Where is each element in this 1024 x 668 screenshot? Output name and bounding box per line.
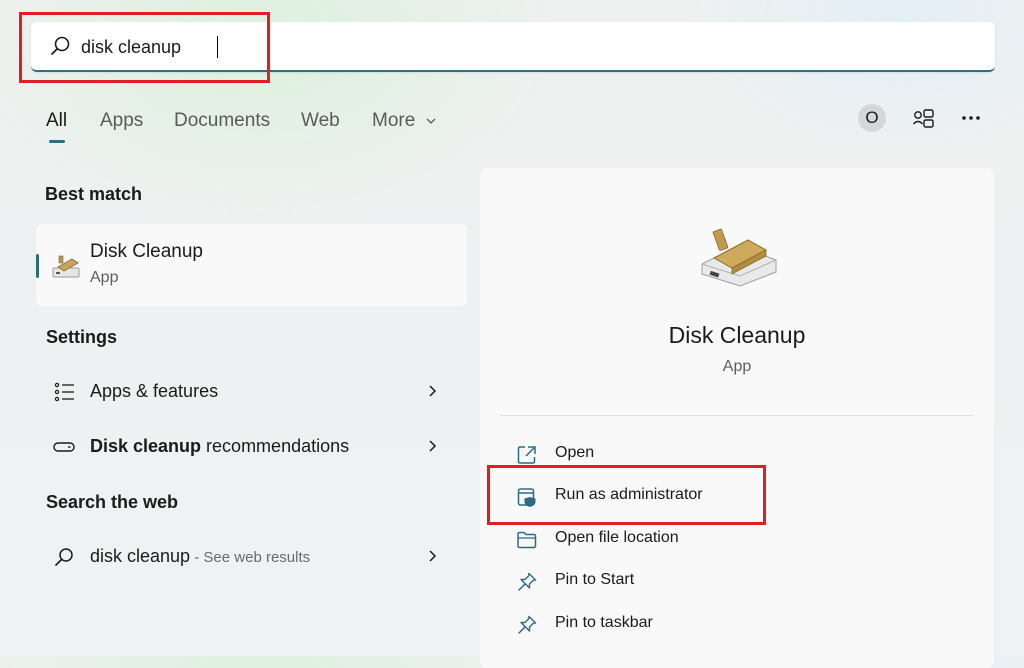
folder-icon	[517, 531, 537, 549]
drive-icon	[53, 442, 75, 452]
tab-documents[interactable]: Documents	[174, 110, 270, 132]
divider	[500, 415, 973, 416]
list-icon	[54, 382, 74, 402]
chevron-down-icon	[426, 118, 436, 124]
settings-item-label: Apps & features	[90, 381, 219, 401]
tab-active-indicator	[49, 140, 65, 143]
tab-all[interactable]: All	[46, 110, 67, 132]
detail-app-type: App	[722, 358, 752, 375]
web-result-label: disk cleanup - See web results	[90, 546, 310, 567]
pin-icon	[518, 615, 537, 634]
more-options-icon[interactable]	[960, 110, 982, 126]
best-match-item[interactable]: Disk Cleanup App	[36, 224, 467, 306]
best-match-type: App	[90, 269, 119, 286]
settings-item-label-rest: recommendations	[201, 436, 350, 456]
highlight-box-search	[19, 12, 270, 83]
open-external-icon	[517, 446, 536, 464]
chevron-right-icon	[429, 440, 437, 452]
tab-apps[interactable]: Apps	[100, 110, 143, 132]
tab-more[interactable]: More	[372, 110, 437, 132]
settings-heading: Settings	[46, 327, 118, 347]
action-pin-to-start[interactable]: Pin to Start	[500, 563, 760, 599]
share-icon[interactable]	[911, 107, 935, 131]
web-result-item[interactable]: disk cleanup - See web results	[36, 532, 467, 582]
best-match-heading: Best match	[45, 184, 143, 204]
action-pin-to-taskbar[interactable]: Pin to taskbar	[500, 606, 760, 642]
settings-item-disk-cleanup-recommendations[interactable]: Disk cleanup recommendations	[36, 422, 467, 472]
action-label: Open	[555, 444, 595, 461]
action-label: Open file location	[555, 529, 679, 546]
tab-more-label: More	[372, 110, 416, 131]
action-label: Pin to taskbar	[555, 614, 653, 631]
action-label: Pin to Start	[555, 571, 635, 588]
chevron-right-icon	[429, 385, 437, 397]
highlight-box-run-as-admin	[487, 465, 766, 525]
best-match-name: Disk Cleanup	[90, 241, 203, 262]
search-web-heading: Search the web	[46, 492, 179, 512]
avatar[interactable]: O	[858, 104, 886, 132]
chevron-right-icon	[429, 550, 437, 562]
selection-accent	[36, 254, 39, 278]
pin-icon	[518, 572, 537, 591]
disk-cleanup-large-icon	[701, 228, 777, 287]
disk-cleanup-icon	[52, 255, 80, 278]
search-icon	[55, 548, 73, 566]
web-suffix: - See web results	[190, 549, 311, 566]
settings-item-label-bold: Disk cleanup	[90, 436, 202, 456]
settings-item-apps-features[interactable]: Apps & features	[36, 367, 467, 417]
tab-web[interactable]: Web	[301, 110, 340, 132]
settings-item-label: Disk cleanup recommendations	[90, 436, 349, 457]
detail-app-name: Disk Cleanup	[668, 322, 806, 348]
web-query: disk cleanup	[90, 546, 191, 566]
action-open-file-location[interactable]: Open file location	[500, 521, 760, 557]
